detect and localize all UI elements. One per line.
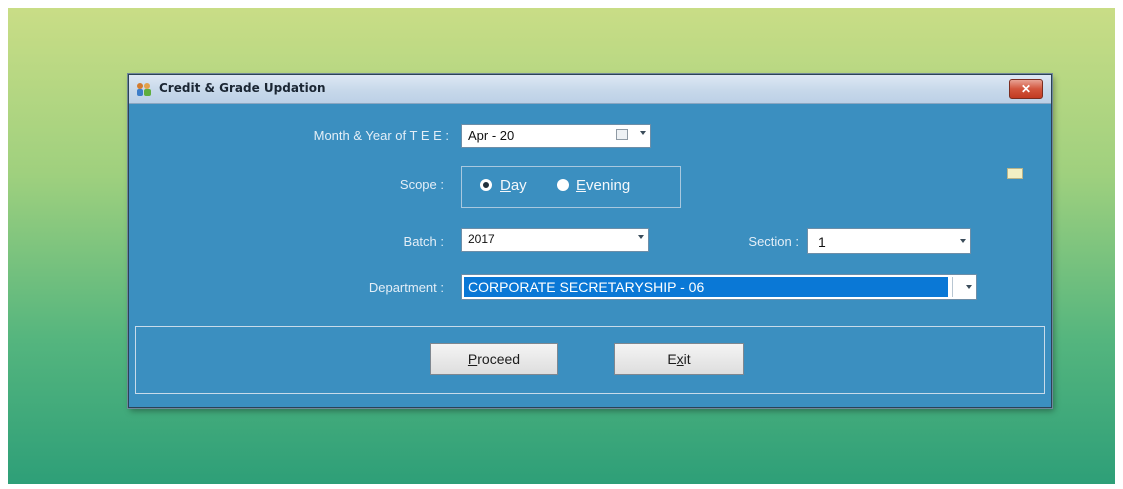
chevron-down-icon[interactable]	[638, 235, 644, 239]
close-button[interactable]: ✕	[1009, 79, 1043, 99]
calendar-icon[interactable]	[616, 129, 628, 140]
radio-evening[interactable]	[557, 179, 569, 191]
chevron-down-icon[interactable]	[960, 239, 966, 243]
credit-grade-window: Credit & Grade Updation ✕ Month & Year o…	[128, 74, 1052, 408]
department-label: Department :	[368, 280, 444, 295]
section-select[interactable]: 1	[807, 228, 971, 254]
chevron-down-icon[interactable]	[640, 131, 646, 135]
month-year-picker[interactable]: Apr - 20	[461, 124, 651, 148]
scope-radio-group: Day Evening	[461, 166, 681, 208]
department-selected-value: CORPORATE SECRETARYSHIP - 06	[464, 277, 948, 297]
radio-day-label[interactable]: Day	[500, 177, 527, 194]
department-select[interactable]: CORPORATE SECRETARYSHIP - 06	[461, 274, 977, 300]
close-icon: ✕	[1020, 82, 1032, 96]
batch-label: Batch :	[403, 234, 444, 249]
batch-select[interactable]: 2017	[461, 228, 649, 252]
people-icon	[137, 83, 151, 96]
form-body: Month & Year of T E E : Apr - 20 Scope :…	[129, 104, 1051, 407]
section-label: Section :	[748, 234, 799, 249]
window-title: Credit & Grade Updation	[159, 81, 326, 95]
proceed-button[interactable]: Proceed	[430, 343, 558, 375]
scope-label: Scope :	[399, 177, 444, 192]
status-indicator	[1007, 168, 1023, 179]
section-value: 1	[818, 234, 826, 250]
month-year-value: Apr - 20	[468, 128, 515, 143]
chevron-down-icon[interactable]	[966, 285, 972, 289]
button-panel: Proceed Exit	[135, 326, 1045, 394]
exit-button[interactable]: Exit	[614, 343, 744, 375]
radio-evening-label[interactable]: Evening	[576, 177, 630, 194]
radio-day[interactable]	[480, 179, 492, 191]
title-bar[interactable]: Credit & Grade Updation ✕	[129, 75, 1051, 104]
month-year-label: Month & Year of T E E :	[313, 128, 449, 143]
batch-value: 2017	[468, 232, 495, 246]
